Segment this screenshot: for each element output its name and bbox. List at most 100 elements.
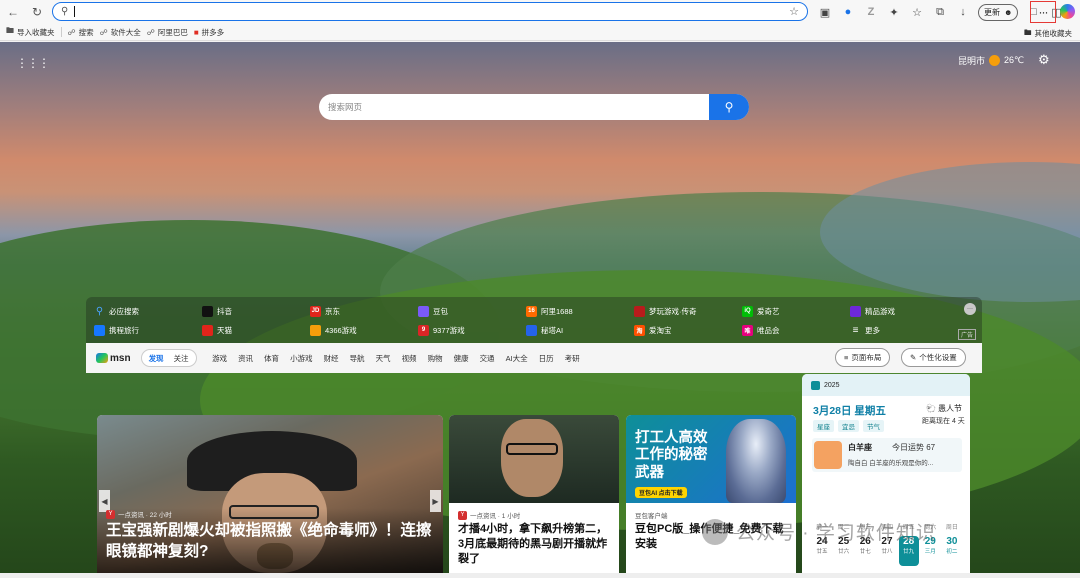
address-bar[interactable]: ⚲ ☆ [52, 2, 808, 21]
main-news-card[interactable]: ◀ ▶ Y 一点资讯 · 22 小时 王宝强新剧爆火却被指照搬《绝命毒师》！连擦… [97, 415, 443, 578]
quick-link-4366[interactable]: 4366游戏 [310, 322, 357, 338]
quick-link-jd[interactable]: JD 京东 [310, 303, 340, 319]
iqiyi-icon: iQ [742, 305, 753, 317]
ad-card[interactable]: 打工人高效工作的秘密武器 豆包AI 点击下载 豆包客户端 豆包PC版_操作便捷_… [626, 415, 796, 578]
favorite-software[interactable]: ☍ 软件大全 [100, 27, 141, 38]
collections-icon[interactable]: ⧉ [929, 2, 951, 22]
holiday-countdown: 距离现在 4 天 [922, 418, 965, 425]
nav-category[interactable]: 游戏 [207, 353, 233, 364]
news-headline[interactable]: 王宝强新剧爆火却被指照搬《绝命毒师》！连擦眼镜都神复刻? [106, 521, 436, 563]
favorite-alibaba[interactable]: ☍ 阿里巴巴 [147, 27, 188, 38]
text-cursor [74, 6, 76, 17]
quick-link-metaso[interactable]: 秘塔AI [526, 322, 563, 338]
copilot-icon[interactable] [1060, 4, 1075, 19]
quick-link-gamepad[interactable]: 精品游戏 [850, 303, 895, 319]
zodiac-card[interactable]: 白羊座 今日运势 67 陶自白 白羊座的乐观是你的... [812, 438, 962, 472]
quick-link-label: 携程旅行 [109, 325, 139, 335]
quick-link-doubao[interactable]: 豆包 [418, 303, 448, 319]
quick-link-taobao[interactable]: 淘爱淘宝 [634, 322, 672, 338]
quick-link-game[interactable]: 梦玩游戏·传奇 [634, 303, 697, 319]
extension-icon[interactable]: ● [837, 2, 859, 22]
search-box[interactable]: 搜索网页 ⚲ [319, 94, 749, 120]
nav-category[interactable]: 考研 [559, 353, 585, 364]
quick-link-douyin[interactable]: 抖音 [202, 303, 232, 319]
news-headline[interactable]: 才播4小时，拿下飙升榜第二，3月底最期待的黑马剧开播就炸裂了 [458, 522, 613, 567]
ad-banner-text: 打工人高效工作的秘密武器 [635, 430, 708, 481]
quick-link-label: 4366游戏 [325, 325, 357, 335]
weather-widget[interactable]: 昆明市 26℃ [958, 54, 1024, 67]
puzzle-icon[interactable]: ✦ [883, 2, 905, 22]
quick-link-iqiyi[interactable]: iQ 爱奇艺 [742, 303, 780, 319]
middle-news-card[interactable]: Y 一点资讯 · 1 小时 才播4小时，拿下飙升榜第二，3月底最期待的黑马剧开播… [449, 415, 619, 578]
z-extension-icon[interactable]: Z [860, 2, 882, 22]
tag-solar-term[interactable]: 节气 [863, 420, 884, 432]
nav-category[interactable]: 购物 [422, 353, 448, 364]
quick-link-vip[interactable]: 唯唯品会 [742, 322, 780, 338]
divider [60, 27, 62, 37]
nav-category[interactable]: 健康 [448, 353, 474, 364]
apps-grid-icon[interactable]: ⋮⋮⋮ [16, 56, 50, 70]
nav-category[interactable]: 视频 [396, 353, 422, 364]
favorites-icon[interactable]: ☆ [906, 2, 928, 22]
msn-logo[interactable]: msn [96, 353, 131, 364]
quick-link-9377[interactable]: 9 9377游戏 [418, 322, 465, 338]
tag-zodiac[interactable]: 星座 [813, 420, 834, 432]
nav-category[interactable]: AI大全 [500, 353, 533, 364]
calendar-header: 2025 [802, 374, 970, 396]
globe-icon: ☍ [99, 27, 108, 37]
search-icon: ⚲ [95, 305, 104, 317]
search-input[interactable]: 搜索网页 [328, 101, 362, 113]
nav-category[interactable]: 天气 [370, 353, 396, 364]
calendar-day[interactable]: 30 初二 [942, 536, 962, 566]
feed-tabs: 发现 关注 [140, 349, 197, 367]
nav-category[interactable]: 资讯 [233, 353, 259, 364]
quick-links-more-icon[interactable]: ··· [964, 303, 976, 315]
zodiac-name: 白羊座 [848, 443, 872, 452]
favorite-label: 导入收藏夹 [17, 27, 55, 37]
tag-almanac[interactable]: 宜忌 [838, 420, 859, 432]
anime-character-shape [726, 419, 786, 503]
quick-link-tmall[interactable]: 天猫 [202, 322, 232, 338]
news-source: Y 一点资讯 · 1 小时 [458, 510, 520, 520]
tab-discover[interactable]: 发现 [144, 353, 169, 364]
quick-link-label: 阿里1688 [541, 306, 573, 316]
nav-category[interactable]: 体育 [259, 353, 285, 364]
favorite-search[interactable]: ☍ 搜索 [68, 27, 94, 38]
weather-temp: 26℃ [1004, 55, 1025, 65]
customize-button[interactable]: ✎ 个性化设置 [901, 348, 966, 367]
calendar-widget[interactable]: 2025 3月28日 星期五 🐑 愚人节 距离现在 4 天 星座 宜忌 节气 白… [802, 374, 970, 578]
quick-link-label: 爱奇艺 [757, 306, 780, 316]
nav-category[interactable]: 交通 [474, 353, 500, 364]
update-button[interactable]: 更新 ☻ [978, 3, 1019, 21]
quick-link-ali1688[interactable]: 16 阿里1688 [526, 303, 573, 319]
news-source: Y 一点资讯 · 22 小时 [106, 509, 172, 519]
other-favorites[interactable]: 🖿 其他收藏夹 [1024, 27, 1072, 40]
refresh-icon[interactable]: ↻ [26, 2, 48, 22]
nav-category[interactable]: 导航 [344, 353, 370, 364]
favorite-import[interactable]: 🖿 导入收藏夹 [6, 25, 55, 39]
quick-link-more-list[interactable]: ≡ 更多 [850, 322, 880, 338]
tab-follow[interactable]: 关注 [169, 353, 194, 364]
pinduoduo-icon: ■ [193, 27, 199, 37]
quick-link-ctrip[interactable]: 携程旅行 [94, 322, 139, 338]
vip-icon: 唯 [742, 324, 753, 336]
favorite-star-icon[interactable]: ☆ [789, 5, 799, 18]
nav-category[interactable]: 小游戏 [285, 353, 319, 364]
nav-category[interactable]: 日历 [533, 353, 559, 364]
settings-gear-icon[interactable]: ⚙ [1038, 52, 1050, 68]
app-icon[interactable]: ▣ [814, 2, 836, 22]
next-arrow-icon[interactable]: ▶ [430, 490, 441, 512]
weekday-label: 周日 [945, 525, 958, 531]
download-icon[interactable]: ↓ [952, 2, 974, 22]
favorite-pinduoduo[interactable]: ■ 拼多多 [194, 27, 224, 38]
nav-category[interactable]: 财经 [318, 353, 344, 364]
quick-link-search[interactable]: ⚲ 必应搜索 [94, 303, 139, 319]
calendar-date: 3月28日 星期五 [813, 405, 886, 417]
favorites-bar: 🖿 导入收藏夹 ☍ 搜索 ☍ 软件大全 ☍ 阿里巴巴 ■ 拼多多 🖿 其他收藏夹 [0, 24, 1080, 41]
quick-link-label: 唯品会 [757, 325, 780, 335]
ad-source-label: 豆包客户端 [635, 513, 668, 520]
more-options-icon[interactable]: ··· [1030, 1, 1056, 23]
back-icon[interactable]: ← [2, 2, 24, 22]
search-button[interactable]: ⚲ [709, 94, 749, 120]
page-layout-button[interactable]: ≡ 页面布局 [835, 348, 891, 367]
